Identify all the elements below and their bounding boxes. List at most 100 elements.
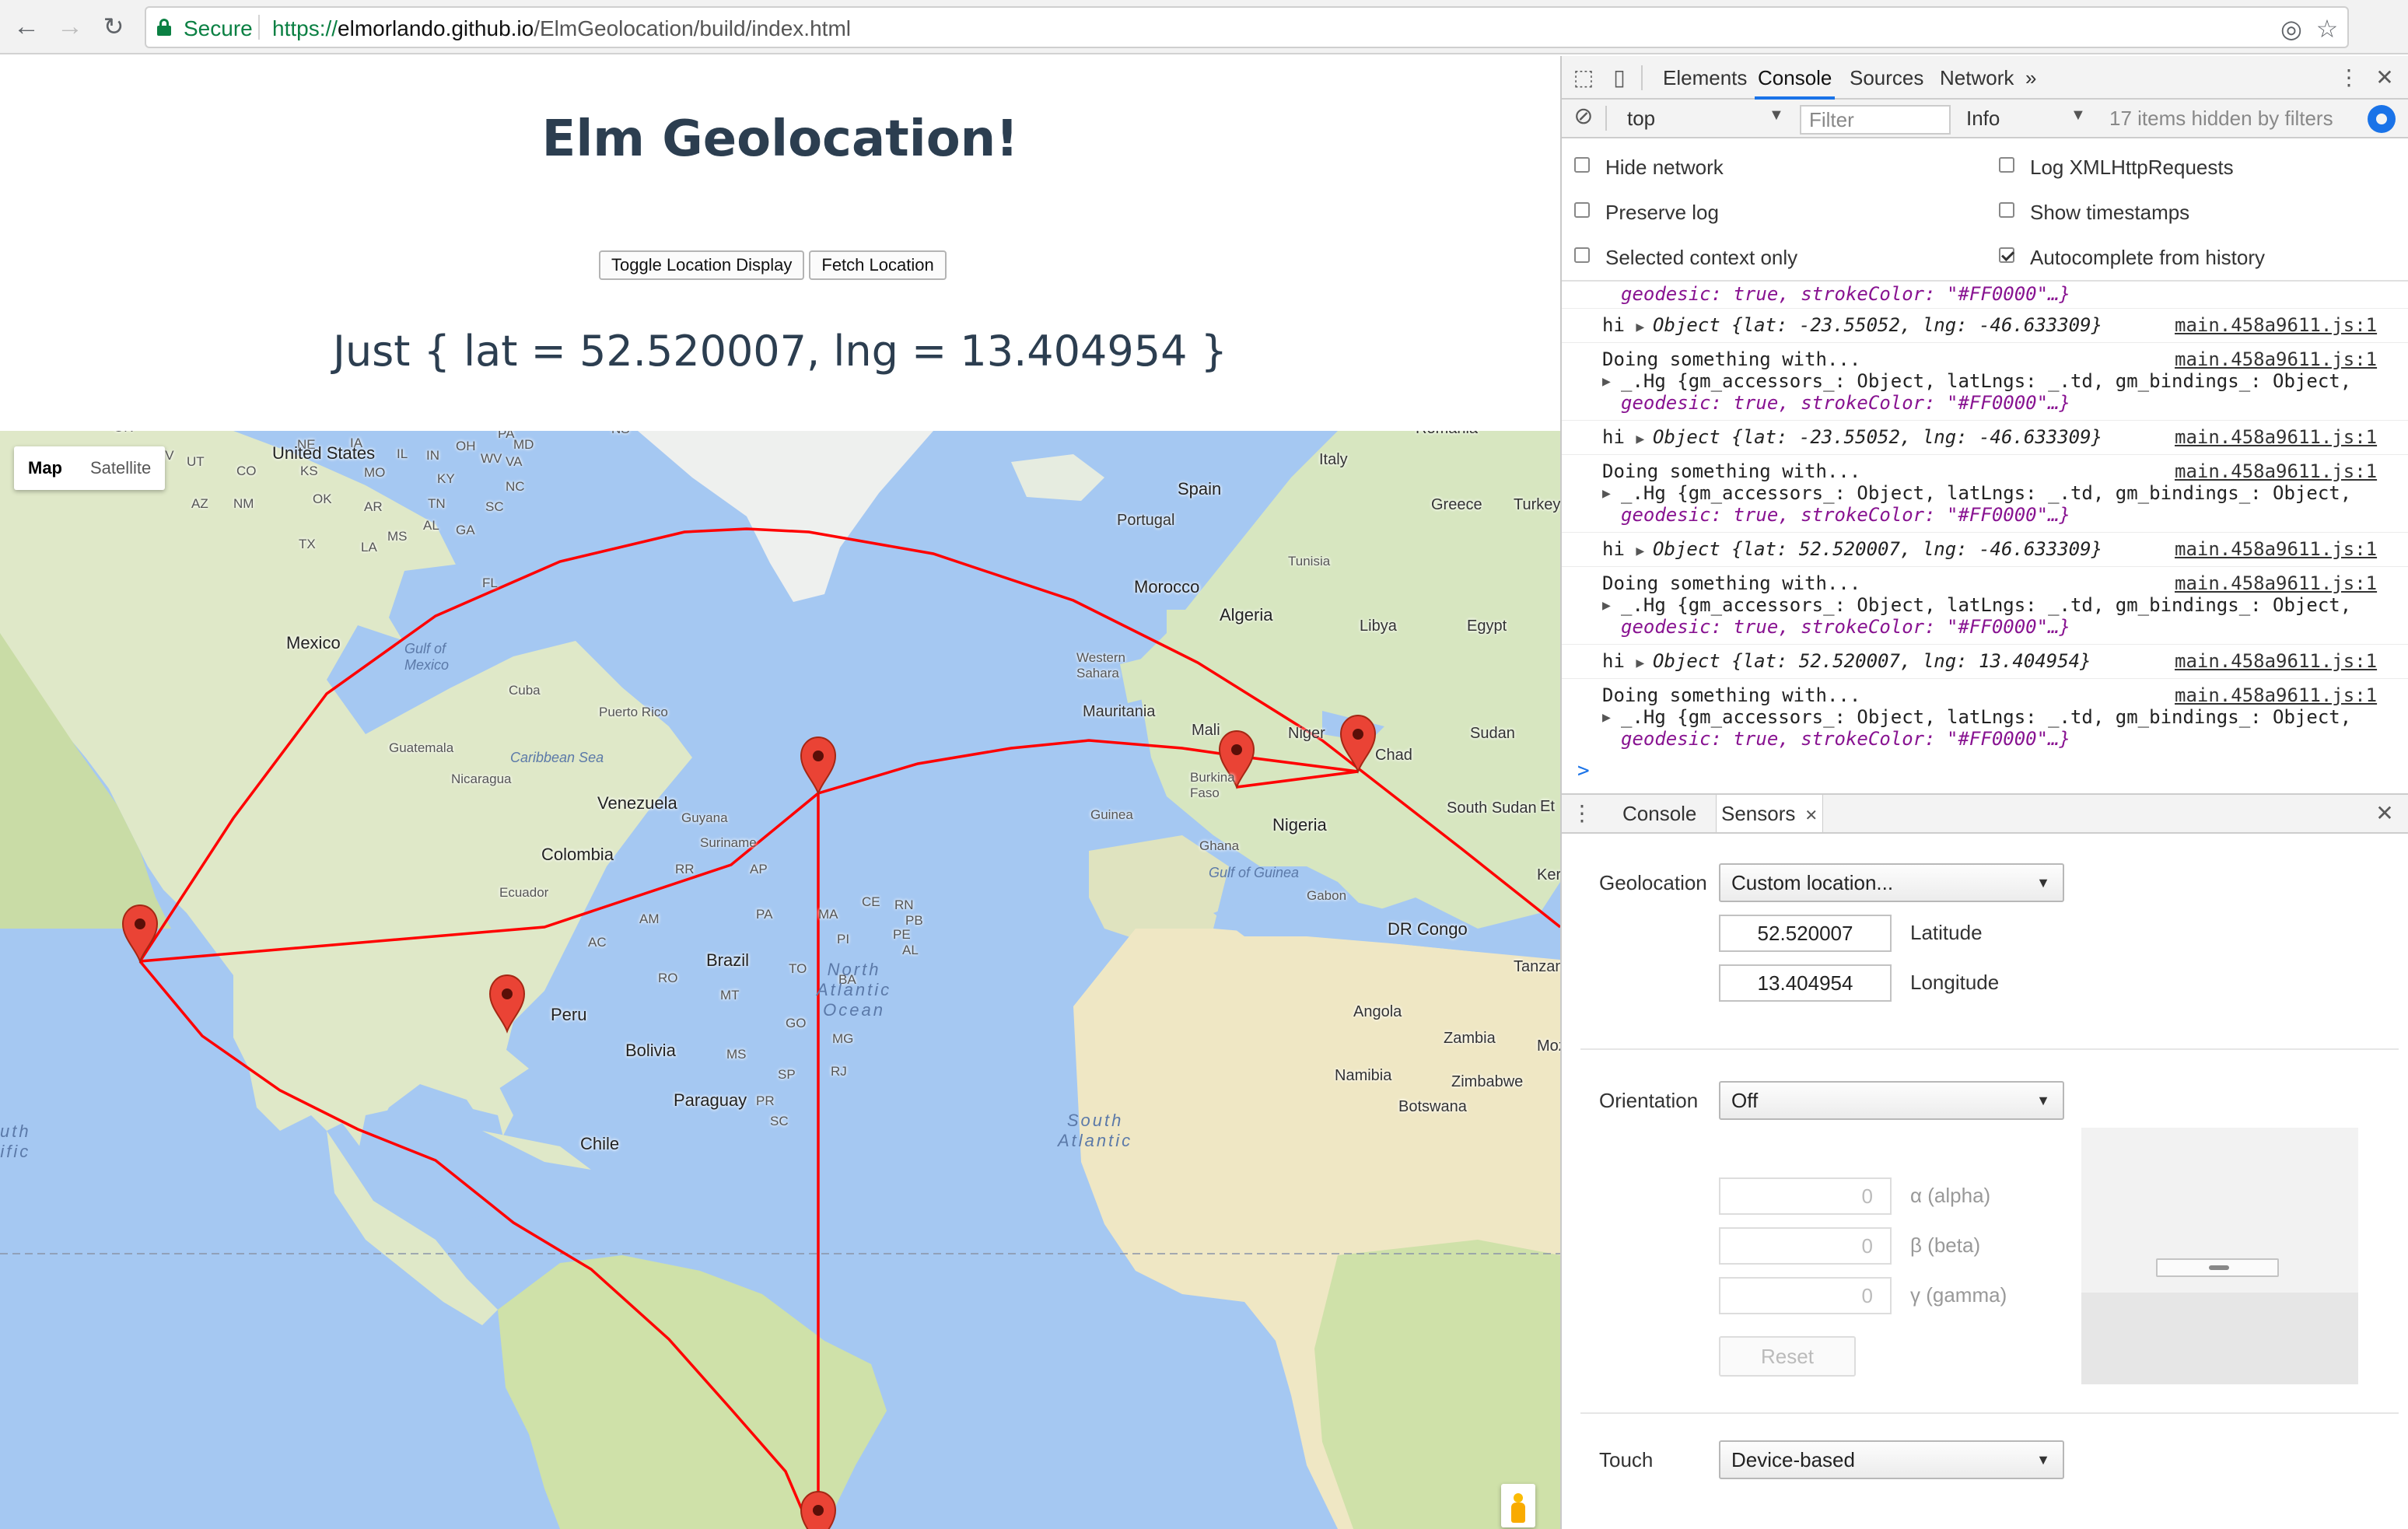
map-label: Cuba xyxy=(509,683,541,698)
clear-console-icon[interactable]: ⊘ xyxy=(1570,103,1598,131)
drawer-tab-sensors[interactable]: Sensors ✕ xyxy=(1716,795,1824,832)
inspect-element-icon[interactable]: ⬚ xyxy=(1570,64,1598,92)
devtools-menu-icon[interactable]: ⋮ xyxy=(2335,64,2363,92)
console-object[interactable]: Object {lat: 52.520007, lng: -46.633309} xyxy=(1653,538,2102,560)
console-source-link[interactable]: main.458a9611.js:1 xyxy=(2175,348,2377,370)
show-timestamps-checkbox[interactable] xyxy=(1999,202,2014,218)
map-label: TO xyxy=(789,961,807,976)
geolocation-select[interactable]: Custom location... ▼ xyxy=(1719,863,2064,902)
toggle-location-button[interactable]: Toggle Location Display xyxy=(599,250,805,280)
longitude-input[interactable]: 13.404954 xyxy=(1719,964,1892,1002)
expand-triangle-icon[interactable]: ▶ xyxy=(1602,709,1611,726)
map-label: RO xyxy=(658,971,678,985)
log-xhr-checkbox[interactable] xyxy=(1999,157,2014,173)
browser-toolbar: ← → ↻ Secure https://elmorlando.github.i… xyxy=(0,0,2408,54)
reset-orientation-button[interactable]: Reset xyxy=(1719,1336,1856,1377)
console-filter-input[interactable]: Filter xyxy=(1800,105,1951,135)
beta-input[interactable]: 0 xyxy=(1719,1227,1892,1265)
expand-triangle-icon[interactable]: ▶ xyxy=(1602,373,1611,390)
console-source-link[interactable]: main.458a9611.js:1 xyxy=(2175,426,2377,448)
drawer-tab-console[interactable]: Console xyxy=(1618,795,1701,832)
console-source-link[interactable]: main.458a9611.js:1 xyxy=(2175,572,2377,594)
tab-network[interactable]: Network xyxy=(1937,56,2017,100)
fetch-location-button[interactable]: Fetch Location xyxy=(809,250,947,280)
gamma-input[interactable]: 0 xyxy=(1719,1277,1892,1314)
console-line[interactable]: _.Hg {gm_accessors_: Object, latLngs: _.… xyxy=(1621,706,2351,728)
reload-icon[interactable]: ↻ xyxy=(98,11,129,42)
console-line: geodesic: true, strokeColor: "#FF0000"…} xyxy=(1621,283,2070,305)
console-source-link[interactable]: main.458a9611.js:1 xyxy=(2175,538,2377,560)
context-selector[interactable]: top xyxy=(1627,107,1655,131)
map-type-satellite-button[interactable]: Satellite xyxy=(76,446,165,490)
console-object[interactable]: Object {lat: 52.520007, lng: 13.404954} xyxy=(1653,650,2091,672)
expand-triangle-icon[interactable]: ▶ xyxy=(1602,485,1611,502)
map-label: OR xyxy=(114,431,134,436)
console-line: geodesic: true, strokeColor: "#FF0000"…} xyxy=(1621,616,2070,638)
console-prompt[interactable]: > xyxy=(1577,759,1590,782)
console-toolbar: ⊘ top ▼ Filter Info ▼ 17 items hidden by… xyxy=(1562,100,2408,138)
console-separator xyxy=(1562,644,2408,645)
preserve-log-checkbox[interactable] xyxy=(1574,202,1590,218)
console-settings-gear-icon[interactable] xyxy=(2368,105,2396,133)
autocomplete-checkbox[interactable] xyxy=(1999,247,2014,263)
log-level-selector[interactable]: Info xyxy=(1966,107,2000,131)
console-line[interactable]: _.Hg {gm_accessors_: Object, latLngs: _.… xyxy=(1621,594,2351,616)
drawer-menu-icon[interactable]: ⋮ xyxy=(1568,799,1596,827)
more-tabs-icon[interactable]: » xyxy=(2022,56,2039,100)
lock-icon xyxy=(157,19,171,36)
close-drawer-icon[interactable]: ✕ xyxy=(2371,799,2399,827)
back-icon[interactable]: ← xyxy=(11,11,42,42)
map-label: Gabon xyxy=(1307,888,1347,903)
orientation-preview[interactable] xyxy=(2081,1128,2358,1384)
street-view-pegman-icon[interactable] xyxy=(1501,1484,1535,1527)
touch-select[interactable]: Device-based ▼ xyxy=(1719,1440,2064,1479)
console-object[interactable]: Object {lat: -23.55052, lng: -46.633309} xyxy=(1653,426,2102,448)
console-separator xyxy=(1562,342,2408,343)
console-source-link[interactable]: main.458a9611.js:1 xyxy=(2175,684,2377,706)
console-source-link[interactable]: main.458a9611.js:1 xyxy=(2175,460,2377,482)
map-type-control[interactable]: Map Satellite xyxy=(14,446,166,490)
console-line[interactable]: _.Hg {gm_accessors_: Object, latLngs: _.… xyxy=(1621,370,2351,392)
console-line[interactable]: _.Hg {gm_accessors_: Object, latLngs: _.… xyxy=(1621,482,2351,504)
map-label: Bolivia xyxy=(625,1041,676,1060)
console-source-link[interactable]: main.458a9611.js:1 xyxy=(2175,650,2377,672)
device-toolbar-icon[interactable]: ▯ xyxy=(1605,64,1633,92)
bookmark-star-icon[interactable]: ☆ xyxy=(2313,15,2341,43)
url-text[interactable]: https://elmorlando.github.io/ElmGeolocat… xyxy=(272,16,851,41)
map[interactable]: GreenlandIcelandSwedenFinlandNorwayDenmB… xyxy=(0,431,1560,1529)
console-hi: hi xyxy=(1602,426,1636,448)
tab-elements[interactable]: Elements xyxy=(1660,56,1750,100)
location-target-icon[interactable]: ◎ xyxy=(2277,15,2305,43)
map-type-map-button[interactable]: Map xyxy=(14,446,76,490)
log-level-caret-icon[interactable]: ▼ xyxy=(2070,107,2086,124)
orientation-select[interactable]: Off ▼ xyxy=(1719,1081,2064,1120)
context-caret-icon[interactable]: ▼ xyxy=(1769,107,1784,124)
tab-console[interactable]: Console xyxy=(1755,56,1836,100)
map-marker-icon[interactable] xyxy=(121,904,159,964)
console-source-link[interactable]: main.458a9611.js:1 xyxy=(2175,314,2377,336)
address-bar[interactable]: Secure https://elmorlando.github.io/ElmG… xyxy=(145,6,2349,48)
forward-icon[interactable]: → xyxy=(54,11,86,42)
tab-sources[interactable]: Sources xyxy=(1846,56,1927,100)
location-display: Just { lat = 52.520007, lng = 13.404954 … xyxy=(333,327,1227,376)
console-line: hi ▶ Object {lat: -23.55052, lng: -46.63… xyxy=(1602,426,2103,448)
map-marker-icon[interactable] xyxy=(800,1490,837,1529)
selected-context-checkbox[interactable] xyxy=(1574,247,1590,263)
alpha-input[interactable]: 0 xyxy=(1719,1177,1892,1215)
map-label: Moz xyxy=(1537,1037,1560,1055)
chevron-down-icon: ▼ xyxy=(2036,1093,2050,1108)
latitude-input[interactable]: 52.520007 xyxy=(1719,915,1892,952)
console-line: hi ▶ Object {lat: 52.520007, lng: 13.404… xyxy=(1602,650,2091,672)
url-separator xyxy=(258,15,260,40)
console-object[interactable]: Object {lat: -23.55052, lng: -46.633309} xyxy=(1653,314,2102,336)
console-line: Doing something with... xyxy=(1602,684,1861,706)
map-marker-icon[interactable] xyxy=(800,736,837,796)
map-label: WV xyxy=(481,451,502,466)
close-sensors-icon[interactable]: ✕ xyxy=(1804,807,1818,824)
close-devtools-icon[interactable]: ✕ xyxy=(2371,64,2399,92)
console-line: geodesic: true, strokeColor: "#FF0000"…} xyxy=(1621,728,2070,750)
expand-triangle-icon[interactable]: ▶ xyxy=(1602,597,1611,614)
hide-network-checkbox[interactable] xyxy=(1574,157,1590,173)
console-separator xyxy=(1562,454,2408,455)
map-label: SC xyxy=(485,499,504,514)
